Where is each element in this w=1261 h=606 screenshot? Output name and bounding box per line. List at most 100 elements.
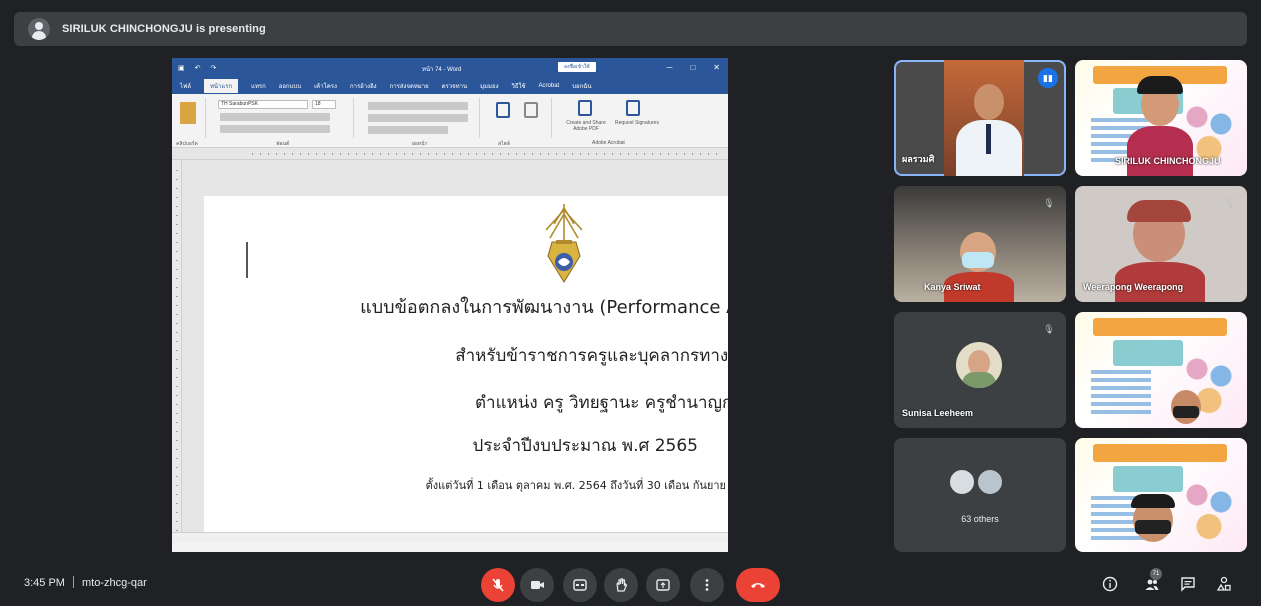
activities-button[interactable] xyxy=(1214,574,1234,594)
participant-avatar xyxy=(976,468,1004,496)
word-tab: ออกแบบ xyxy=(278,84,302,90)
presenter-avatar xyxy=(28,18,50,40)
window-title: หน้า 74 - Word xyxy=(422,67,462,73)
participant-tile[interactable]: 🎙 Kanya Sriwat xyxy=(894,186,1066,302)
participant-tile[interactable]: 🎙 Sunisa Leeheem xyxy=(894,312,1066,428)
face-mask xyxy=(1135,520,1171,534)
meeting-controls-bar: 3:45 PM mto-zhcg-qar 71 xyxy=(0,562,1261,606)
meeting-info: 3:45 PM mto-zhcg-qar xyxy=(24,576,147,589)
microphone-button[interactable] xyxy=(481,568,515,602)
presenter-bar: SIRILUK CHINCHONGJU is presenting xyxy=(14,12,1247,46)
document-heading: แบบข้อตกลงในการพัฒนางาน (Performance Agr… xyxy=(360,297,728,318)
people-button[interactable]: 71 xyxy=(1142,568,1162,594)
meeting-details-button[interactable] xyxy=(1100,574,1120,594)
paragraph-group: ย่อหน้า xyxy=(362,98,480,147)
document-canvas: แบบข้อตกลงในการพัฒนางาน (Performance Agr… xyxy=(172,160,728,542)
others-count: 63 others xyxy=(961,514,999,524)
document-page: แบบข้อตกลงในการพัฒนางาน (Performance Agr… xyxy=(204,196,728,534)
participant-name: Kanya Sriwat xyxy=(924,282,981,292)
create-pdf-icon xyxy=(578,100,592,116)
poster-background xyxy=(1075,312,1247,428)
tie xyxy=(986,124,991,154)
participant-avatar xyxy=(956,342,1002,388)
undo-icon: ↶ xyxy=(194,65,201,72)
word-tab: เค้าโครง xyxy=(314,84,337,90)
styles-icon xyxy=(496,102,510,118)
participant-tile[interactable]: SIRILUK CHINCHONGJU xyxy=(1075,60,1247,176)
camera-button[interactable] xyxy=(520,568,554,602)
word-tab: มุมมอง xyxy=(480,84,499,90)
hang-up-icon xyxy=(751,583,765,588)
font-size-field: 18 xyxy=(312,100,336,109)
leave-call-button[interactable] xyxy=(736,568,780,602)
captions-button[interactable] xyxy=(563,568,597,602)
chat-icon xyxy=(1181,577,1195,592)
participant-name: SIRILUK CHINCHONGJU xyxy=(1115,156,1221,166)
more-options-button[interactable] xyxy=(690,568,724,602)
participant-tile[interactable]: 🎙 Weerapong Weerapong xyxy=(1075,186,1247,302)
mic-off-icon: 🎙 xyxy=(1043,324,1055,334)
save-icon: ▣ xyxy=(178,65,185,72)
present-screen-button[interactable] xyxy=(646,568,680,602)
word-tab: บอกฉัน xyxy=(572,84,592,90)
close-icon: ✕ xyxy=(713,63,720,72)
font-name-field: TH SarabunPSK xyxy=(218,100,308,109)
horizontal-ruler xyxy=(172,148,728,160)
word-titlebar: ▣ ↶ ↷ หน้า 74 - Word ลงชื่อเข้าใช้ ─ □ ✕ xyxy=(172,58,728,78)
participant-tile[interactable] xyxy=(1075,438,1247,552)
acrobat-group: Create and Share Adobe PDF Request Signa… xyxy=(560,98,668,146)
font-group: TH SarabunPSK 18 ฟอนต์ xyxy=(214,98,354,147)
redo-icon: ↷ xyxy=(210,65,217,72)
word-ribbon-tabs: ไฟล์ หน้าแรก แทรก ออกแบบ เค้าโครง การอ้า… xyxy=(172,78,728,94)
participant-face xyxy=(974,84,1004,120)
editing-icon xyxy=(524,102,538,118)
sign-in-button: ลงชื่อเข้าใช้ xyxy=(558,62,596,72)
face-mask xyxy=(1173,406,1199,418)
participant-name: ผลรวมศิ xyxy=(902,154,935,164)
request-signatures-icon xyxy=(626,100,640,116)
mic-off-icon: 🎙 xyxy=(1224,198,1236,208)
current-time: 3:45 PM xyxy=(24,577,65,589)
raise-hand-button[interactable] xyxy=(604,568,638,602)
others-tile[interactable]: 63 others xyxy=(894,438,1066,552)
word-ribbon: คลิปบอร์ด TH SarabunPSK 18 ฟอนต์ ย่อหน้า… xyxy=(172,94,728,148)
participant-name: Weerapong Weerapong xyxy=(1083,282,1184,292)
face-mask xyxy=(962,252,994,268)
speaking-indicator-icon: ▮▮ xyxy=(1038,68,1058,88)
clipboard-group: คลิปบอร์ด xyxy=(176,98,206,147)
meeting-code: mto-zhcg-qar xyxy=(81,577,147,589)
word-tab: ไฟล์ xyxy=(180,84,191,90)
more-options-icon xyxy=(705,579,709,591)
maximize-icon: □ xyxy=(690,63,696,72)
text-cursor xyxy=(246,242,248,278)
word-tab: การอ้างอิง xyxy=(349,84,377,90)
vertical-ruler xyxy=(172,160,182,542)
info-icon xyxy=(1102,576,1118,592)
participant-name: Sunisa Leeheem xyxy=(902,408,974,418)
participant-tile[interactable]: ▮▮ ผลรวมศิ xyxy=(894,60,1066,176)
styles-group: สไตล์ xyxy=(488,98,552,147)
present-screen-icon xyxy=(656,579,670,591)
emblem-logo-icon xyxy=(545,204,583,283)
participant-tile[interactable] xyxy=(1075,312,1247,428)
document-line: สำหรับข้าราชการครูและบุคลากรทางการศึ xyxy=(455,346,728,366)
word-tab: แทรก xyxy=(251,84,266,90)
mic-off-icon xyxy=(492,578,504,592)
presenter-label: SIRILUK CHINCHONGJU is presenting xyxy=(62,23,266,35)
paste-icon xyxy=(180,102,196,124)
word-tab: การส่งจดหมาย xyxy=(389,84,429,90)
participant-count-badge: 71 xyxy=(1150,568,1162,580)
word-tab: Acrobat xyxy=(538,83,560,89)
chat-button[interactable] xyxy=(1178,574,1198,594)
participant-avatar xyxy=(948,468,976,496)
minimize-icon: ─ xyxy=(666,63,673,72)
document-line: ตั้งแต่วันที่ 1 เดือน ตุลาคม พ.ศ. 2564 ถ… xyxy=(425,479,726,492)
activities-icon xyxy=(1216,576,1231,591)
shared-screen: ▣ ↶ ↷ หน้า 74 - Word ลงชื่อเข้าใช้ ─ □ ✕… xyxy=(172,58,728,552)
word-tab-active: หน้าแรก xyxy=(203,79,239,93)
camera-icon xyxy=(531,581,544,589)
closed-captions-icon xyxy=(573,579,587,591)
word-status-bar xyxy=(172,532,728,542)
word-tab: วิธีใช้ xyxy=(511,84,526,90)
mic-off-icon: 🎙 xyxy=(1043,198,1055,208)
